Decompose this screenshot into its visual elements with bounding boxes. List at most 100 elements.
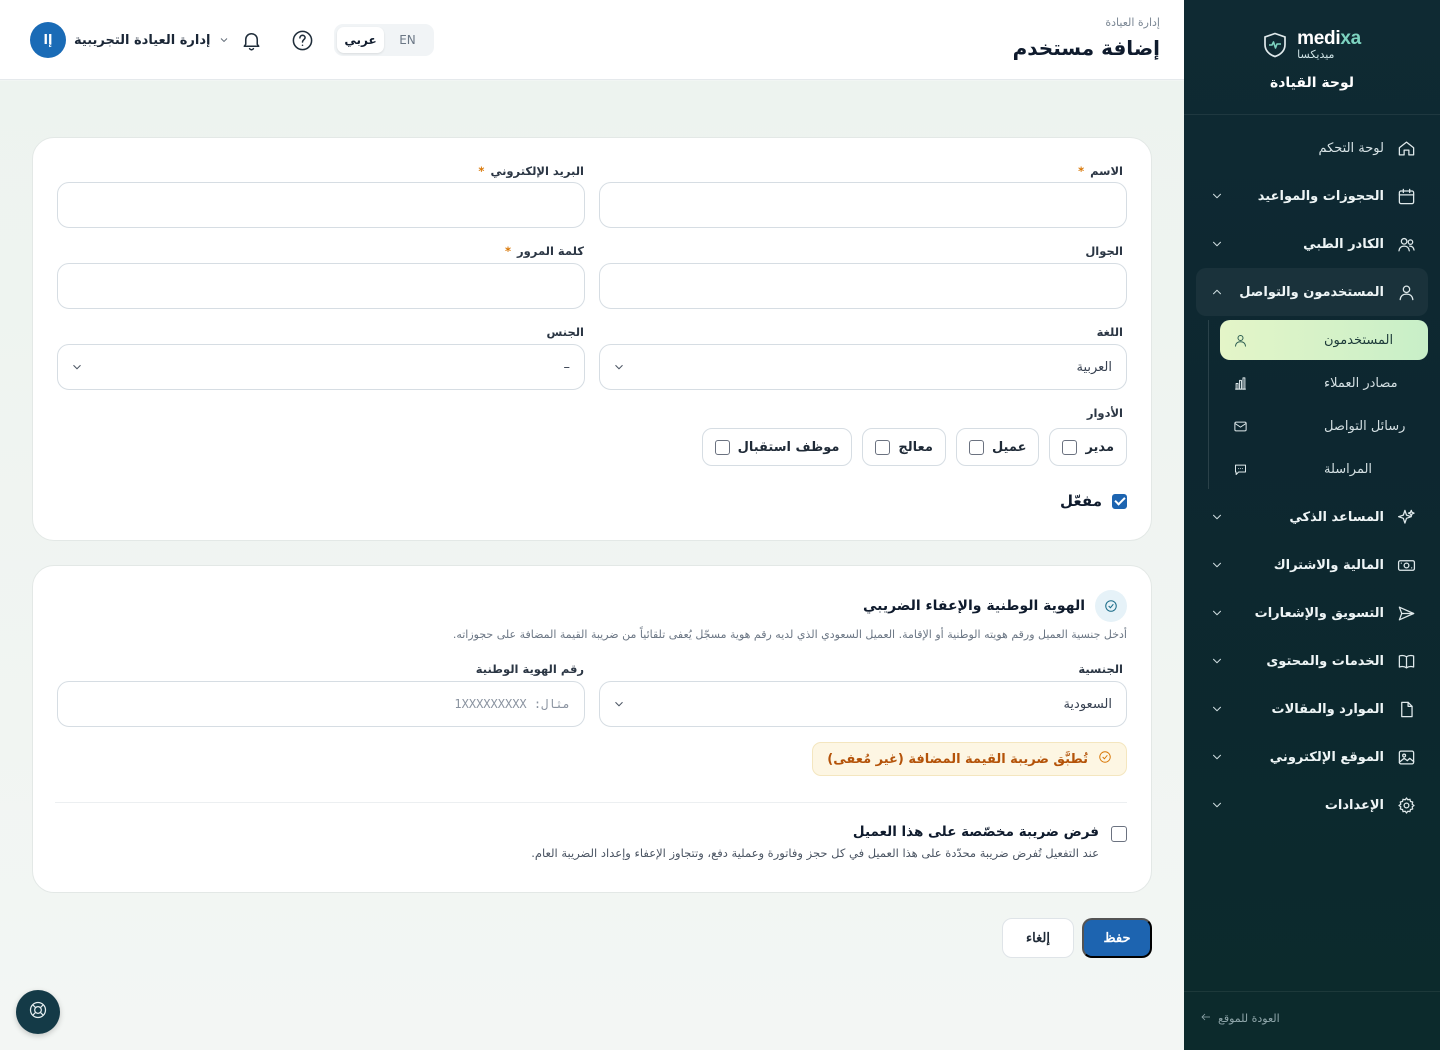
support-fab[interactable]	[16, 990, 60, 1034]
email-label-text: البريد الإلكتروني	[490, 164, 584, 178]
top-header: إدارة العيادة إضافة مستخدم عربي EN إدارة…	[0, 0, 1184, 80]
chevron-down-icon	[70, 360, 84, 374]
role-receptionist-checkbox[interactable]: موظف استقبال	[701, 428, 853, 466]
chevron-down-icon	[1208, 508, 1226, 526]
role-therapist-checkbox[interactable]: معالج	[862, 428, 946, 466]
sidebar-item-services[interactable]: الخدمات والمحتوى	[1196, 637, 1428, 685]
back-to-site-link[interactable]: العودة للموقع	[1200, 1011, 1280, 1026]
sidebar-item-bookings[interactable]: الحجوزات والمواعيد	[1196, 172, 1428, 220]
checkbox[interactable]	[714, 439, 730, 455]
role-label: معالج	[898, 439, 933, 455]
sidebar-item-resources[interactable]: الموارد والمقالات	[1196, 685, 1428, 733]
language-select-value: العربية	[1076, 359, 1112, 375]
role-client-checkbox[interactable]: عميل	[955, 428, 1040, 466]
sidebar-item-ai-assistant[interactable]: المساعد الذكي	[1196, 493, 1428, 541]
custom-tax-option[interactable]: فرض ضريبة مخصّصة على هذا العميل عند التف…	[531, 824, 1127, 860]
sidebar-item-website[interactable]: الموقع الإلكتروني	[1196, 733, 1428, 781]
info-circle-icon	[1098, 750, 1112, 768]
send-icon	[1396, 603, 1416, 623]
name-field[interactable]	[599, 182, 1127, 228]
sidebar-item-dashboard[interactable]: لوحة التحكم	[1196, 124, 1428, 172]
sidebar-item-label: الحجوزات والمواعيد	[1257, 188, 1384, 204]
name-label-text: الاسم	[1090, 164, 1123, 178]
breadcrumb[interactable]: إدارة العيادة	[1105, 16, 1160, 29]
book-icon	[1396, 651, 1416, 671]
language-en-button[interactable]: EN	[384, 27, 431, 53]
language-ar-button[interactable]: عربي	[337, 27, 384, 53]
checkbox[interactable]	[1062, 439, 1078, 455]
role-admin-checkbox[interactable]: مدير	[1049, 428, 1127, 466]
chevron-down-icon	[1208, 700, 1226, 718]
chevron-down-icon	[612, 360, 626, 374]
account-menu[interactable]: إدارة العيادة التجريبية إا	[30, 22, 230, 58]
sidebar-item-medical-staff[interactable]: الكادر الطبي	[1196, 220, 1428, 268]
users-icon	[1396, 234, 1416, 254]
custom-tax-title: فرض ضريبة مخصّصة على هذا العميل	[852, 824, 1099, 840]
roles-group: مدير عميل معالج موظف استقبال	[701, 428, 1127, 466]
mobile-field[interactable]	[599, 263, 1127, 309]
nationality-select[interactable]: السعودية	[599, 681, 1127, 727]
sidebar-item-label: الكادر الطبي	[1303, 236, 1384, 252]
user-icon	[1232, 332, 1248, 348]
mobile-label: الجوال	[1085, 244, 1123, 258]
sidebar-subitem-label: رسائل التواصل	[1324, 418, 1406, 434]
email-field[interactable]	[57, 182, 585, 228]
active-label: مفعّل	[1060, 492, 1102, 510]
sidebar-subitem-label: مصادر العملاء	[1324, 375, 1398, 391]
active-checkbox[interactable]	[1112, 493, 1127, 509]
chevron-down-icon	[1208, 235, 1226, 253]
sidebar-item-finance[interactable]: المالية والاشتراك	[1196, 541, 1428, 589]
gender-select-value: –	[563, 359, 571, 375]
custom-tax-description: عند التفعيل تُفرض ضريبة محدّدة على هذا ا…	[531, 846, 1099, 860]
brand-wordmark: medixa ميديكسا	[1297, 28, 1361, 61]
main-content: الاسم * البريد الإلكتروني * الجوال كلمة …	[0, 81, 1184, 1050]
nationality-label: الجنسية	[1078, 662, 1123, 676]
sidebar-item-label: الإعدادات	[1324, 797, 1384, 813]
vat-status-badge: تُطبَّق ضريبة القيمة المضافة (غير مُعفى)	[812, 742, 1127, 776]
name-label: الاسم *	[1078, 164, 1123, 178]
chevron-down-icon	[218, 31, 230, 50]
nationality-select-value: السعودية	[1063, 696, 1112, 712]
identity-section-description: أدخل جنسية العميل ورقم هويته الوطنية أو …	[452, 628, 1127, 641]
sidebar-item-settings[interactable]: الإعدادات	[1196, 781, 1428, 829]
brand: medixa ميديكسا لوحة القيادة	[1184, 28, 1440, 91]
sidebar-subitem-contact-messages[interactable]: رسائل التواصل	[1220, 406, 1428, 446]
divider	[55, 802, 1127, 803]
sidebar-nav: لوحة التحكم الحجوزات والمواعيد الكادر ال…	[1196, 124, 1428, 829]
bell-icon[interactable]	[238, 27, 264, 53]
checkbox[interactable]	[875, 439, 891, 455]
chevron-down-icon	[1208, 652, 1226, 670]
cancel-button[interactable]: إلغاء	[1002, 918, 1074, 958]
sidebar-item-label: الموقع الإلكتروني	[1269, 749, 1384, 765]
save-button[interactable]: حفظ	[1082, 918, 1152, 958]
sidebar-item-label: المساعد الذكي	[1289, 509, 1384, 525]
roles-label: الأدوار	[1086, 406, 1123, 420]
active-toggle[interactable]: مفعّل	[1060, 492, 1127, 510]
password-label: كلمة المرور *	[505, 244, 584, 258]
sparkles-icon	[1396, 507, 1416, 527]
chevron-down-icon	[1208, 796, 1226, 814]
gear-icon	[1396, 795, 1416, 815]
password-field[interactable]	[57, 263, 585, 309]
sidebar-item-users-communication[interactable]: المستخدمون والتواصل	[1196, 268, 1428, 316]
shield-logo-icon	[1263, 32, 1287, 58]
help-icon[interactable]	[289, 27, 315, 53]
sidebar-subitem-messaging[interactable]: المراسلة	[1220, 449, 1428, 489]
gender-label: الجنس	[546, 325, 585, 339]
national-id-field[interactable]: مثال: 1XXXXXXXXX	[57, 681, 585, 727]
money-icon	[1396, 555, 1416, 575]
sidebar-item-marketing[interactable]: التسويق والإشعارات	[1196, 589, 1428, 637]
language-switch: عربي EN	[334, 24, 434, 56]
language-label: اللغة	[1096, 325, 1123, 339]
language-select[interactable]: العربية	[599, 344, 1127, 390]
custom-tax-checkbox[interactable]	[1111, 826, 1127, 842]
sidebar-subitem-users[interactable]: المستخدمون	[1220, 320, 1428, 360]
gender-select[interactable]: –	[57, 344, 585, 390]
calendar-icon	[1396, 186, 1416, 206]
lifebuoy-icon	[28, 1000, 48, 1024]
checkbox[interactable]	[968, 439, 984, 455]
brand-divider	[1184, 114, 1440, 115]
identity-tax-card: الهوية الوطنية والإعفاء الضريبي أدخل جنس…	[32, 565, 1152, 893]
chevron-up-icon	[1208, 283, 1226, 301]
sidebar-subitem-customer-sources[interactable]: مصادر العملاء	[1220, 363, 1428, 403]
